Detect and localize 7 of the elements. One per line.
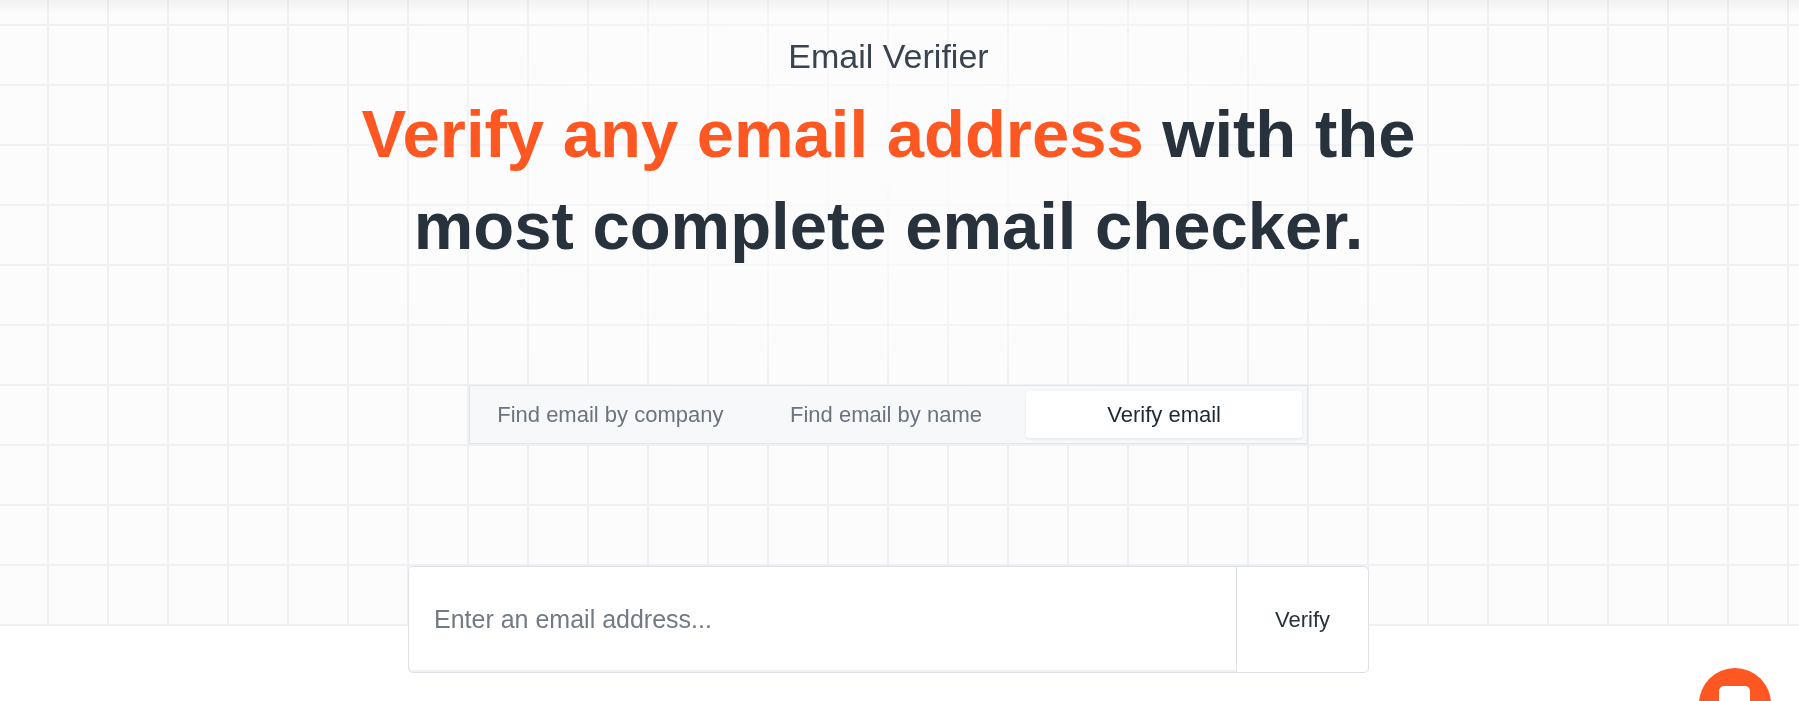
- tab[interactable]: Find email by company: [475, 391, 746, 438]
- tab[interactable]: Find email by name: [745, 391, 1027, 438]
- page-eyebrow: Email Verifier: [788, 36, 989, 76]
- verify-button[interactable]: Verify: [1236, 566, 1369, 673]
- email-field[interactable]: Enter an email address...: [408, 566, 1236, 673]
- headline: Verify any email address with the most complete email checker.: [360, 95, 1417, 265]
- tab[interactable]: Verify email: [1026, 391, 1302, 438]
